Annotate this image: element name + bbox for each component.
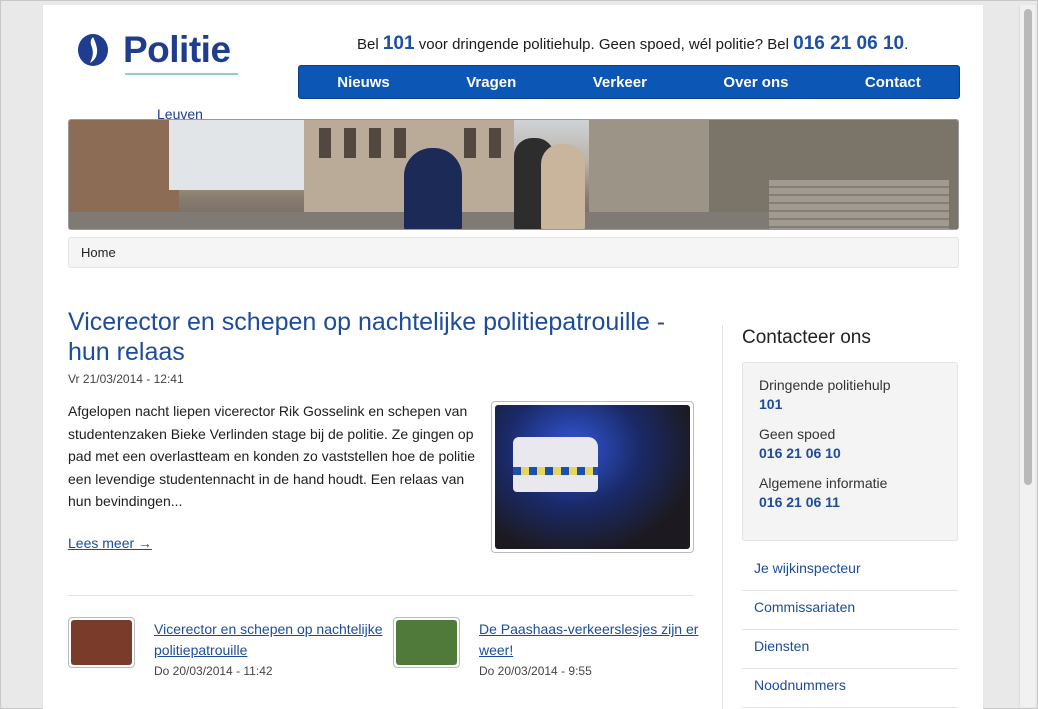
- nav-item-vragen[interactable]: Vragen: [446, 74, 536, 91]
- emergency-topline: Bel 101 voor dringende politiehulp. Geen…: [357, 33, 908, 55]
- breadcrumb-home[interactable]: Home: [81, 245, 116, 260]
- teaser-date: Do 20/03/2014 - 11:42: [154, 664, 273, 678]
- contact-label: Dringende politiehulp: [759, 377, 891, 393]
- sidebar-link-commissariaten[interactable]: Commissariaten: [742, 591, 958, 630]
- teaser-link[interactable]: De Paashaas-verkeerslesjes zijn er weer!: [479, 619, 709, 661]
- topline-prefix: Bel: [357, 36, 383, 53]
- sidebar-links: Je wijkinspecteur Commissariaten Dienste…: [742, 552, 958, 708]
- article-date: Vr 21/03/2014 - 12:41: [68, 372, 184, 386]
- scrollbar-thumb[interactable]: [1024, 9, 1032, 485]
- emergency-number: 101: [382, 33, 415, 54]
- article-image[interactable]: [491, 401, 694, 553]
- article-title[interactable]: Vicerector en schepen op nachtelijke pol…: [68, 307, 688, 367]
- read-more-link[interactable]: Lees meer →: [68, 535, 152, 551]
- contact-label: Algemene informatie: [759, 475, 888, 491]
- contact-value[interactable]: 101: [759, 396, 941, 412]
- nav-item-over-ons[interactable]: Over ons: [703, 74, 808, 91]
- flame-emblem-icon: [78, 34, 108, 66]
- breadcrumb: Home: [68, 237, 959, 268]
- sidebar-title: Contacteer ons: [742, 327, 871, 348]
- header-banner-photo: [68, 119, 959, 230]
- divider: [68, 595, 694, 596]
- teaser-date: Do 20/03/2014 - 9:55: [479, 664, 592, 678]
- teaser-item: De Paashaas-verkeerslesjes zijn er weer!…: [393, 617, 703, 687]
- teaser-thumbnail[interactable]: [68, 617, 135, 668]
- article-body: Afgelopen nacht liepen vicerector Rik Go…: [68, 403, 476, 509]
- logo-wordmark: Politie: [123, 29, 231, 70]
- topline-middle: voor dringende politiehulp. Geen spoed, …: [414, 36, 794, 53]
- vertical-scrollbar[interactable]: [1019, 5, 1035, 707]
- contact-value[interactable]: 016 21 06 10: [759, 445, 941, 461]
- contact-label: Geen spoed: [759, 426, 836, 442]
- page: Politie Leuven Bel 101 voor dringende po…: [43, 5, 983, 709]
- contact-value[interactable]: 016 21 06 11: [759, 494, 941, 510]
- sidebar-link-diensten[interactable]: Diensten: [742, 630, 958, 669]
- nav-item-nieuws[interactable]: Nieuws: [317, 74, 410, 91]
- logo-underline: [125, 73, 238, 75]
- main-nav: Nieuws Vragen Verkeer Over ons Contact: [298, 65, 960, 99]
- browser-frame: Politie Leuven Bel 101 voor dringende po…: [0, 0, 1038, 709]
- teaser-item: Vicerector en schepen op nachtelijke pol…: [68, 617, 383, 687]
- sidebar-separator: [722, 325, 723, 709]
- teaser-thumbnail[interactable]: [393, 617, 460, 668]
- teaser-link[interactable]: Vicerector en schepen op nachtelijke pol…: [154, 619, 384, 661]
- contact-box: Dringende politiehulp 101 Geen spoed 016…: [742, 362, 958, 541]
- sidebar-link-wijkinspecteur[interactable]: Je wijkinspecteur: [742, 552, 958, 591]
- nav-item-contact[interactable]: Contact: [845, 74, 941, 91]
- topline-suffix: .: [904, 36, 909, 53]
- sidebar-link-noodnummers[interactable]: Noodnummers: [742, 669, 958, 708]
- general-number: 016 21 06 10: [793, 33, 905, 54]
- nav-item-verkeer[interactable]: Verkeer: [573, 74, 667, 91]
- politie-logo[interactable]: Politie Leuven: [76, 29, 246, 122]
